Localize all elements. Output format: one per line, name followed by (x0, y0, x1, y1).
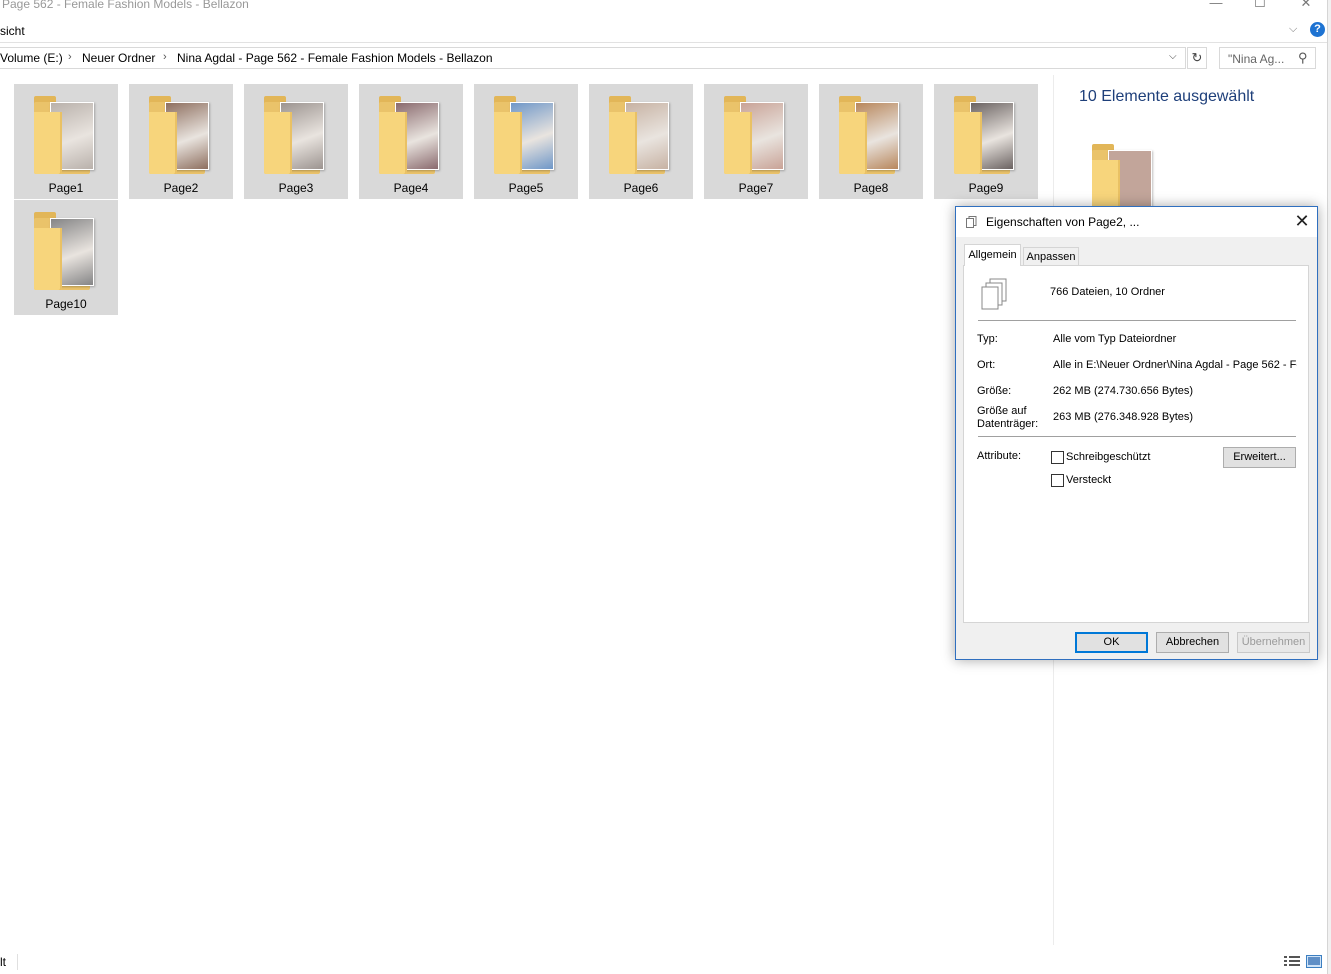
location-value: Alle in E:\Neuer Ordner\Nina Agdal - Pag… (1053, 359, 1297, 371)
folder-tile[interactable]: Page9 (934, 84, 1038, 199)
tab-panel-general: 766 Dateien, 10 Ordner Typ: Alle vom Typ… (963, 265, 1309, 623)
ribbon-tab-view[interactable]: sicht (0, 24, 25, 38)
refresh-button[interactable]: ↻ (1187, 47, 1207, 69)
folder-icon (609, 96, 673, 176)
dialog-title: Eigenschaften von Page2, ... (986, 215, 1140, 229)
folder-icon (34, 212, 98, 292)
readonly-label[interactable]: Schreibgeschützt (1066, 451, 1150, 463)
folder-tile[interactable]: Page5 (474, 84, 578, 199)
folder-label: Page8 (853, 181, 889, 195)
folder-label: Page10 (45, 297, 87, 311)
hidden-label[interactable]: Versteckt (1066, 474, 1111, 486)
folder-tile[interactable]: Page2 (129, 84, 233, 199)
folder-tile[interactable]: Page4 (359, 84, 463, 199)
preview-pane-title: 10 Elemente ausgewählt (1079, 88, 1255, 105)
dialog-titlebar[interactable]: Eigenschaften von Page2, ... ✕ (956, 207, 1317, 237)
file-count-summary: 766 Dateien, 10 Ordner (1050, 286, 1165, 298)
maximize-button[interactable]: ☐ (1240, 0, 1280, 12)
folder-tile[interactable]: Page10 (14, 200, 118, 315)
type-label: Typ: (977, 333, 998, 345)
folder-label: Page3 (278, 181, 314, 195)
separator-line (978, 436, 1296, 437)
address-history-dropdown-icon[interactable]: ⌵ (1169, 51, 1177, 62)
multiple-files-icon (980, 278, 1010, 312)
window-titlebar: Page 562 - Female Fashion Models - Bella… (0, 0, 1331, 14)
folder-icon (264, 96, 328, 176)
large-icons-view-icon[interactable] (1306, 955, 1322, 968)
folder-icon (839, 96, 903, 176)
cancel-button[interactable]: Abbrechen (1156, 632, 1229, 653)
folder-tile[interactable]: Page8 (819, 84, 923, 199)
ok-button[interactable]: OK (1075, 632, 1148, 653)
folder-label: Page1 (48, 181, 84, 195)
breadcrumb-volume[interactable]: Volume (E:) (0, 51, 63, 65)
separator-line (978, 320, 1296, 321)
folder-tile[interactable]: Page1 (14, 84, 118, 199)
breadcrumb-neuer-ordner[interactable]: Neuer Ordner (82, 51, 155, 65)
location-label: Ort: (977, 359, 996, 371)
search-text: "Nina Ag... (1228, 52, 1285, 66)
folder-label: Page4 (393, 181, 429, 195)
folder-icon (34, 96, 98, 176)
apply-button[interactable]: Übernehmen (1237, 632, 1310, 653)
attributes-label: Attribute: (977, 450, 1022, 462)
breadcrumb-separator-icon[interactable]: › (163, 51, 167, 63)
folder-label: Page6 (623, 181, 659, 195)
search-input[interactable]: "Nina Ag... ⚲ (1219, 47, 1316, 69)
search-icon[interactable]: ⚲ (1298, 50, 1308, 66)
size-value: 262 MB (274.730.656 Bytes) (1053, 385, 1194, 397)
tab-allgemein[interactable]: Allgemein (964, 244, 1021, 266)
status-divider (17, 954, 18, 970)
type-value: Alle vom Typ Dateiordner (1053, 333, 1177, 345)
documents-icon (966, 216, 977, 228)
background-window-edge (1327, 0, 1331, 974)
status-text: lt (0, 955, 6, 969)
folder-icon (379, 96, 443, 176)
folder-label: Page7 (738, 181, 774, 195)
size-on-disk-value: 263 MB (276.348.928 Bytes) (1053, 411, 1194, 423)
ribbon-expand-chevron-icon[interactable]: ⌵ (1289, 23, 1297, 36)
details-view-icon[interactable] (1284, 955, 1300, 968)
advanced-button[interactable]: Erweitert... (1223, 447, 1296, 468)
help-icon[interactable]: ? (1310, 22, 1325, 37)
folder-label: Page2 (163, 181, 199, 195)
folder-icon (724, 96, 788, 176)
folder-icon (149, 96, 213, 176)
folder-tile[interactable]: Page6 (589, 84, 693, 199)
folder-tile[interactable]: Page7 (704, 84, 808, 199)
dialog-close-button[interactable]: ✕ (1292, 211, 1312, 232)
properties-dialog: Eigenschaften von Page2, ... ✕ Allgemein… (955, 206, 1318, 660)
address-bar[interactable]: Volume (E:) › Neuer Ordner › Nina Agdal … (0, 47, 1186, 69)
tab-anpassen[interactable]: Anpassen (1023, 247, 1079, 266)
folder-label: Page9 (968, 181, 1004, 195)
breadcrumb-current-folder[interactable]: Nina Agdal - Page 562 - Female Fashion M… (177, 51, 493, 65)
folder-icon (954, 96, 1018, 176)
folder-icon (494, 96, 558, 176)
breadcrumb-separator-icon[interactable]: › (68, 51, 72, 63)
folder-label: Page5 (508, 181, 544, 195)
hidden-checkbox[interactable] (1051, 474, 1064, 487)
size-label: Größe: (977, 385, 1012, 397)
size-on-disk-label: Größe auf Datenträger: (977, 405, 1039, 430)
preview-folder-stack-icon (1092, 144, 1156, 222)
close-button[interactable]: ✕ (1286, 0, 1326, 12)
window-title: Page 562 - Female Fashion Models - Bella… (2, 0, 249, 11)
readonly-checkbox[interactable] (1051, 451, 1064, 464)
folder-tile[interactable]: Page3 (244, 84, 348, 199)
minimize-button[interactable]: — (1196, 0, 1236, 12)
ribbon-bar: sicht ⌵ ? (0, 20, 1331, 43)
